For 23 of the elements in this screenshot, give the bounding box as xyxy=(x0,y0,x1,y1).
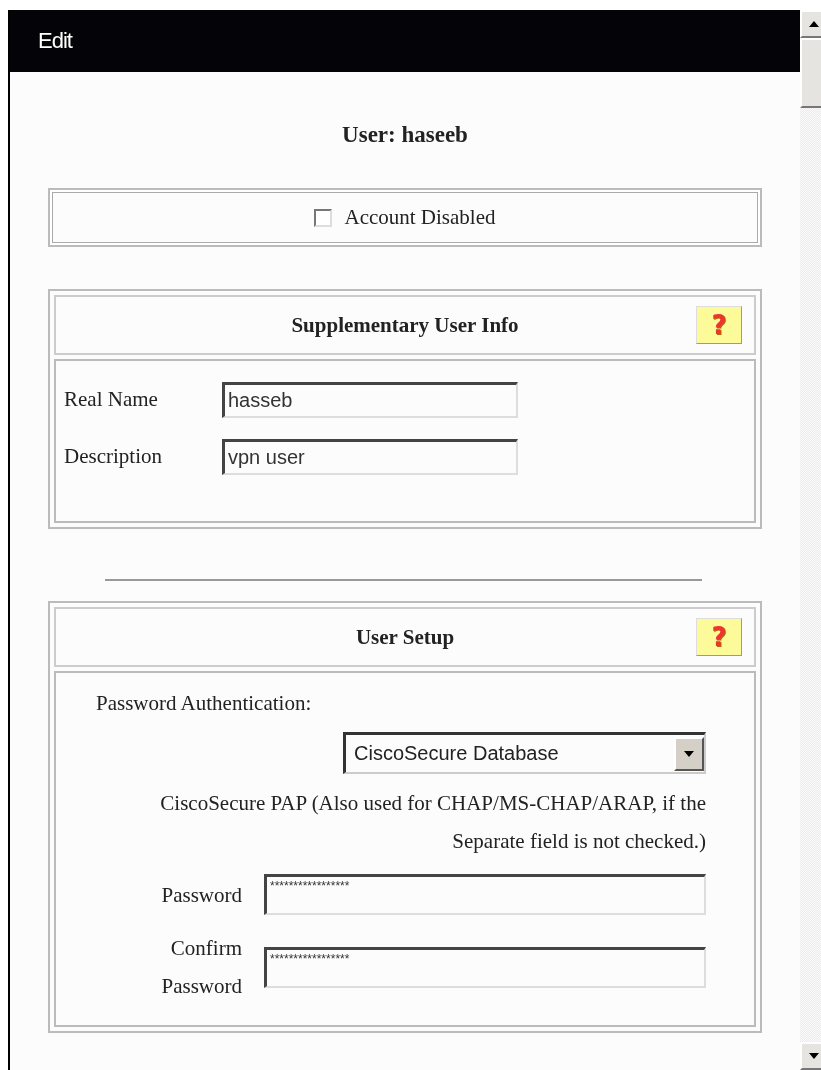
help-button[interactable]: ? xyxy=(696,618,742,656)
scroll-thumb[interactable] xyxy=(800,38,821,108)
dropdown[interactable]: CiscoSecure Database xyxy=(343,732,706,774)
help-text: CiscoSecure PAP (Also used for CHAP/MS-CHAP/ARAP, if the Separate field is not checked.) xyxy=(159,790,706,855)
checkbox-label: Account Disabled xyxy=(344,205,496,230)
panel-title: User Setup xyxy=(355,624,455,650)
password-field[interactable]: ***************** xyxy=(264,946,706,988)
input-field[interactable]: vpn user xyxy=(222,438,518,475)
password-field[interactable]: ***************** xyxy=(264,874,706,915)
field-label: Confirm Password xyxy=(160,935,242,1000)
scroll-up-icon[interactable] xyxy=(800,10,821,38)
page-heading: User: haseeb xyxy=(342,122,468,148)
scroll-down-icon[interactable] xyxy=(800,1042,821,1070)
checkbox[interactable] xyxy=(314,208,333,227)
field-label: Description xyxy=(64,444,163,469)
help-button[interactable]: ? xyxy=(696,306,742,344)
window-title: Edit xyxy=(10,10,800,72)
input-field[interactable]: hasseb xyxy=(222,381,518,418)
field-label: Password xyxy=(160,881,242,909)
panel-title: Supplementary User Info xyxy=(291,312,519,338)
field-label: Password Authentication: xyxy=(96,691,313,716)
scrollbar[interactable] xyxy=(800,10,821,1070)
field-label: Real Name xyxy=(64,387,159,412)
